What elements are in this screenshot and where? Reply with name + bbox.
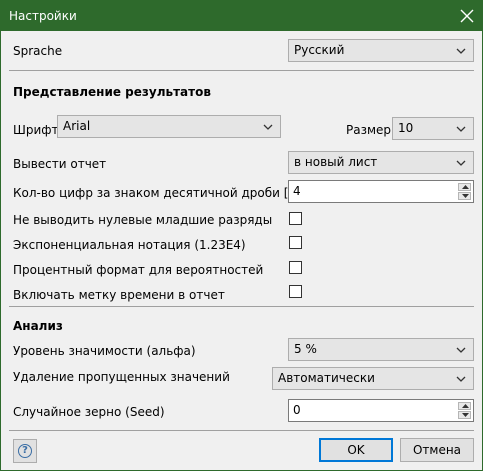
check-label-percent: Процентный формат для вероятностей [13, 263, 264, 277]
increment-button[interactable] [458, 183, 471, 191]
settings-dialog: Настройки Sprache Русский Представление … [0, 0, 483, 471]
check-label-exponent: Экспоненциальная нотация (1.23E4) [13, 238, 246, 252]
arrow-down-icon [462, 413, 469, 417]
divider [9, 430, 474, 431]
increment-button[interactable] [458, 402, 471, 410]
size-value: 10 [398, 121, 414, 135]
font-value: Arial [63, 119, 91, 133]
checkbox-percent[interactable] [289, 261, 302, 274]
decimals-value: 4 [293, 184, 301, 198]
missing-value: Автоматически [278, 371, 375, 385]
output-value: в новый лист [294, 155, 378, 169]
check-label-zeros: Не выводить нулевые младшие разряды [13, 213, 273, 227]
decrement-button[interactable] [458, 192, 471, 200]
decrement-button[interactable] [458, 411, 471, 419]
output-select[interactable]: в новый лист [288, 151, 474, 174]
ok-button[interactable]: OK [319, 438, 393, 462]
arrow-up-icon [462, 185, 469, 189]
decimals-stepper[interactable]: 4 [288, 180, 474, 203]
alpha-label: Уровень значимости (альфа) [13, 344, 196, 358]
font-label: Шрифт [13, 123, 59, 137]
alpha-value: 5 % [294, 342, 317, 356]
checkbox-timestamp[interactable] [289, 285, 302, 298]
checkbox-zeros[interactable] [289, 212, 302, 225]
chevron-down-icon [456, 160, 466, 166]
close-button[interactable] [453, 2, 481, 30]
alpha-select[interactable]: 5 % [288, 338, 474, 361]
size-label: Размер [346, 123, 392, 137]
seed-label: Случайное зерно (Seed) [13, 405, 165, 419]
arrow-up-icon [462, 404, 469, 408]
language-select[interactable]: Русский [288, 39, 474, 62]
language-label: Sprache [13, 44, 63, 58]
chevron-down-icon [456, 126, 466, 132]
close-icon [460, 9, 474, 23]
divider [9, 306, 474, 307]
size-select[interactable]: 10 [392, 117, 474, 140]
seed-stepper[interactable]: 0 [288, 399, 474, 422]
divider [9, 70, 474, 71]
cancel-button[interactable]: Отмена [400, 438, 474, 462]
help-icon: ? [18, 444, 32, 458]
title-bar: Настройки [1, 1, 482, 31]
font-select[interactable]: Arial [57, 115, 281, 138]
results-heading: Представление результатов [13, 85, 211, 99]
missing-label: Удаление пропущенных значений [13, 370, 230, 384]
missing-select[interactable]: Автоматически [272, 367, 474, 390]
chevron-down-icon [263, 124, 273, 130]
output-label: Вывести отчет [13, 157, 107, 171]
chevron-down-icon [456, 48, 466, 54]
chevron-down-icon [456, 376, 466, 382]
chevron-down-icon [456, 347, 466, 353]
language-value: Русский [294, 43, 345, 57]
check-label-timestamp: Включать метку времени в отчет [13, 288, 225, 302]
analysis-heading: Анализ [13, 319, 63, 333]
window-title: Настройки [9, 9, 77, 23]
decimals-label: Кол-во цифр за знаком десятичной дроби [… [13, 186, 321, 200]
checkbox-exponent[interactable] [289, 236, 302, 249]
arrow-down-icon [462, 194, 469, 198]
help-button[interactable]: ? [13, 439, 37, 463]
seed-value: 0 [293, 403, 301, 417]
